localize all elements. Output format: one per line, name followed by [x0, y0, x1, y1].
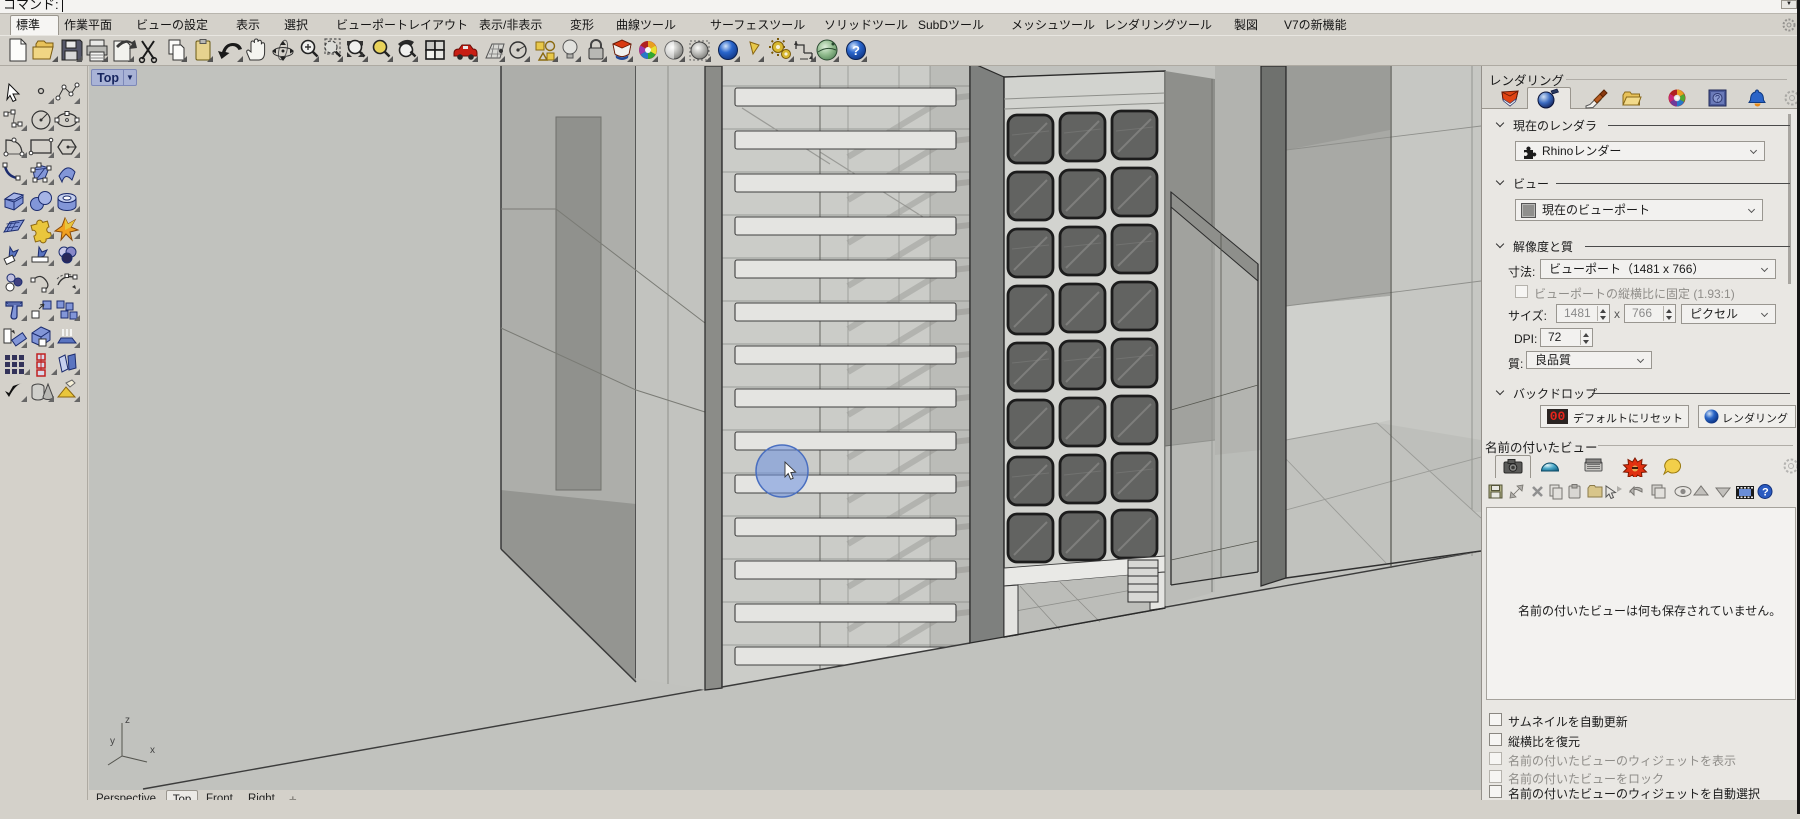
- svg-text:y: y: [110, 736, 115, 747]
- svg-text:?: ?: [1715, 94, 1720, 104]
- svg-text:z: z: [125, 715, 130, 726]
- svg-text:?: ?: [1762, 487, 1769, 499]
- svg-text:?: ?: [852, 43, 860, 58]
- svg-text:x: x: [150, 745, 155, 756]
